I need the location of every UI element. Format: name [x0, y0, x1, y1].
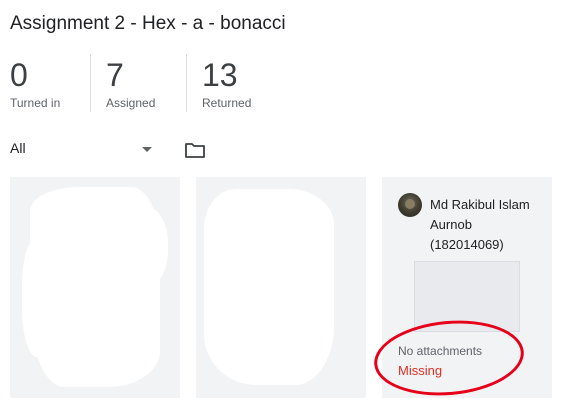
stat-turned-in-count: 0	[10, 57, 28, 93]
stat-returned-label: Returned	[202, 96, 252, 110]
redaction-mark	[120, 207, 168, 287]
stat-turned-in-label: Turned in	[10, 96, 61, 110]
stat-divider	[90, 54, 91, 112]
student-name-text: Md Rakibul Islam Aurnob	[430, 197, 530, 232]
student-card-redacted-1[interactable]	[10, 177, 180, 398]
stat-divider	[186, 54, 187, 112]
avatar	[398, 193, 422, 217]
stat-assigned-label: Assigned	[106, 96, 156, 110]
student-card[interactable]: Md Rakibul Islam Aurnob (182014069) No a…	[382, 177, 552, 398]
filter-selected-value: All	[10, 140, 26, 156]
folder-icon[interactable]	[184, 141, 206, 159]
attachment-thumbnail	[414, 261, 520, 332]
stat-returned-count: 13	[202, 57, 238, 93]
dropdown-caret-icon	[142, 147, 152, 152]
stat-assigned[interactable]: 7 Assigned	[106, 56, 155, 114]
missing-status: Missing	[398, 363, 443, 378]
filter-dropdown[interactable]: All	[10, 140, 156, 162]
student-id: (182014069)	[430, 237, 504, 252]
redaction-mark	[22, 237, 60, 357]
redaction-mark	[226, 217, 326, 327]
student-card-redacted-2[interactable]	[196, 177, 366, 398]
stat-returned[interactable]: 13 Returned	[202, 56, 251, 114]
stat-turned-in[interactable]: 0 Turned in	[10, 56, 60, 114]
stat-assigned-count: 7	[106, 57, 124, 93]
attachment-status: No attachments	[398, 344, 483, 358]
student-name: Md Rakibul Islam Aurnob (182014069)	[430, 195, 546, 255]
page-title: Assignment 2 - Hex - a - bonacci	[10, 13, 286, 34]
